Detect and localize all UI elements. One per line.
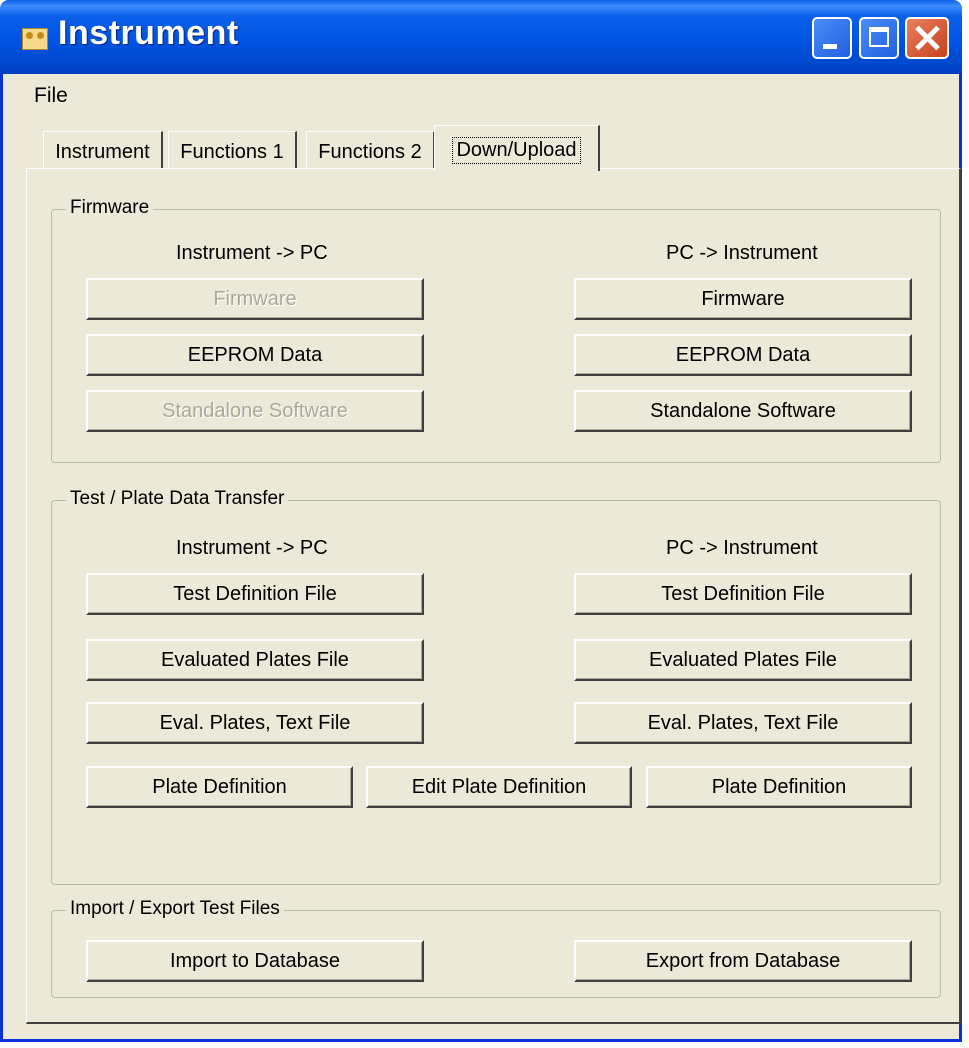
menu-bar: File [3,77,959,113]
export-from-database-button[interactable]: Export from Database [574,940,912,982]
upload-test-definition-button[interactable]: Test Definition File [574,573,912,615]
upload-eeprom-button[interactable]: EEPROM Data [574,334,912,376]
upload-standalone-button[interactable]: Standalone Software [574,390,912,432]
download-plate-definition-button[interactable]: Plate Definition [86,766,353,808]
minimize-button[interactable] [812,17,852,59]
window-title: Instrument [58,14,239,52]
tab-down-upload[interactable]: Down/Upload [434,125,600,171]
maximize-button[interactable] [859,17,899,59]
tab-panel: Firmware Instrument -> PC PC -> Instrume… [26,168,961,1024]
download-evaluated-plates-button[interactable]: Evaluated Plates File [86,639,424,681]
download-eval-text-button[interactable]: Eval. Plates, Text File [86,702,424,744]
upload-evaluated-plates-button[interactable]: Evaluated Plates File [574,639,912,681]
import-export-group: Import / Export Test Files Import to Dat… [51,898,941,998]
close-button[interactable] [905,17,949,59]
test-plate-legend: Test / Plate Data Transfer [66,488,289,510]
app-icon [22,28,48,50]
upload-firmware-button[interactable]: Firmware [574,278,912,320]
import-export-legend: Import / Export Test Files [66,898,284,920]
download-eeprom-button[interactable]: EEPROM Data [86,334,424,376]
download-standalone-button: Standalone Software [86,390,424,432]
test-right-heading: PC -> Instrument [666,537,818,559]
tab-down-upload-label: Down/Upload [452,137,581,164]
tab-functions-1[interactable]: Functions 1 [168,131,297,169]
upload-plate-definition-button[interactable]: Plate Definition [646,766,912,808]
menu-file[interactable]: File [34,84,68,108]
test-plate-transfer-group: Test / Plate Data Transfer Instrument ->… [51,488,941,885]
instrument-window: Instrument File Instrument Functions 1 F… [0,0,962,1042]
tab-instrument[interactable]: Instrument [43,131,163,169]
download-firmware-button: Firmware [86,278,424,320]
firmware-legend: Firmware [66,197,154,219]
import-to-database-button[interactable]: Import to Database [86,940,424,982]
firmware-group: Firmware Instrument -> PC PC -> Instrume… [51,197,941,463]
download-test-definition-button[interactable]: Test Definition File [86,573,424,615]
title-bar[interactable]: Instrument [0,0,962,74]
tab-functions-2[interactable]: Functions 2 [306,131,435,169]
firmware-right-heading: PC -> Instrument [666,242,818,264]
firmware-left-heading: Instrument -> PC [176,242,328,264]
upload-eval-text-button[interactable]: Eval. Plates, Text File [574,702,912,744]
test-left-heading: Instrument -> PC [176,537,328,559]
edit-plate-definition-button[interactable]: Edit Plate Definition [366,766,632,808]
